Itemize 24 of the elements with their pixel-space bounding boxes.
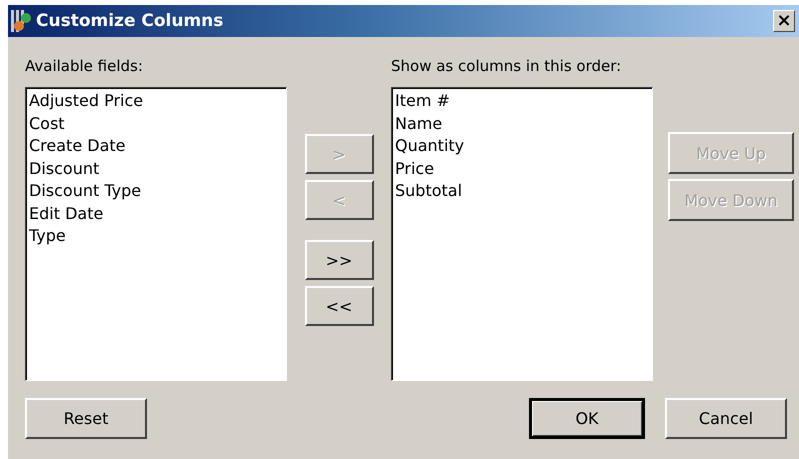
list-item[interactable]: Type — [29, 225, 283, 248]
list-item[interactable]: Discount Type — [29, 180, 283, 202]
list-item[interactable]: Item # — [395, 90, 649, 112]
list-item[interactable]: Subtotal — [395, 180, 649, 202]
reset-button[interactable]: Reset — [25, 398, 147, 439]
window-title: Customize Columns — [36, 11, 224, 31]
list-item[interactable]: Adjusted Price — [29, 90, 283, 112]
list-item[interactable]: Edit Date — [29, 202, 283, 225]
ok-button[interactable]: OK — [529, 398, 645, 439]
list-item[interactable]: Name — [395, 112, 649, 135]
cancel-button[interactable]: Cancel — [665, 398, 787, 439]
list-item[interactable]: Cost — [29, 112, 283, 135]
available-fields-list[interactable]: Adjusted Price Cost Create Date Discount Discount Type Edit Date Type — [25, 87, 287, 381]
available-fields-label: Available fields: — [25, 57, 144, 77]
list-item[interactable]: Create Date — [29, 135, 283, 158]
transfer-button[interactable]: << — [304, 286, 374, 326]
columns-icon — [10, 9, 32, 33]
list-item[interactable]: Price — [395, 158, 649, 180]
list-item[interactable]: Quantity — [395, 135, 649, 158]
shown-columns-label: Show as columns in this order: — [391, 57, 622, 77]
transfer-button[interactable]: >> — [304, 240, 374, 280]
shown-columns-list[interactable]: Item # Name Quantity Price Subtotal — [391, 87, 653, 381]
close-button[interactable]: × — [773, 10, 795, 32]
list-item[interactable]: Discount — [29, 158, 283, 180]
